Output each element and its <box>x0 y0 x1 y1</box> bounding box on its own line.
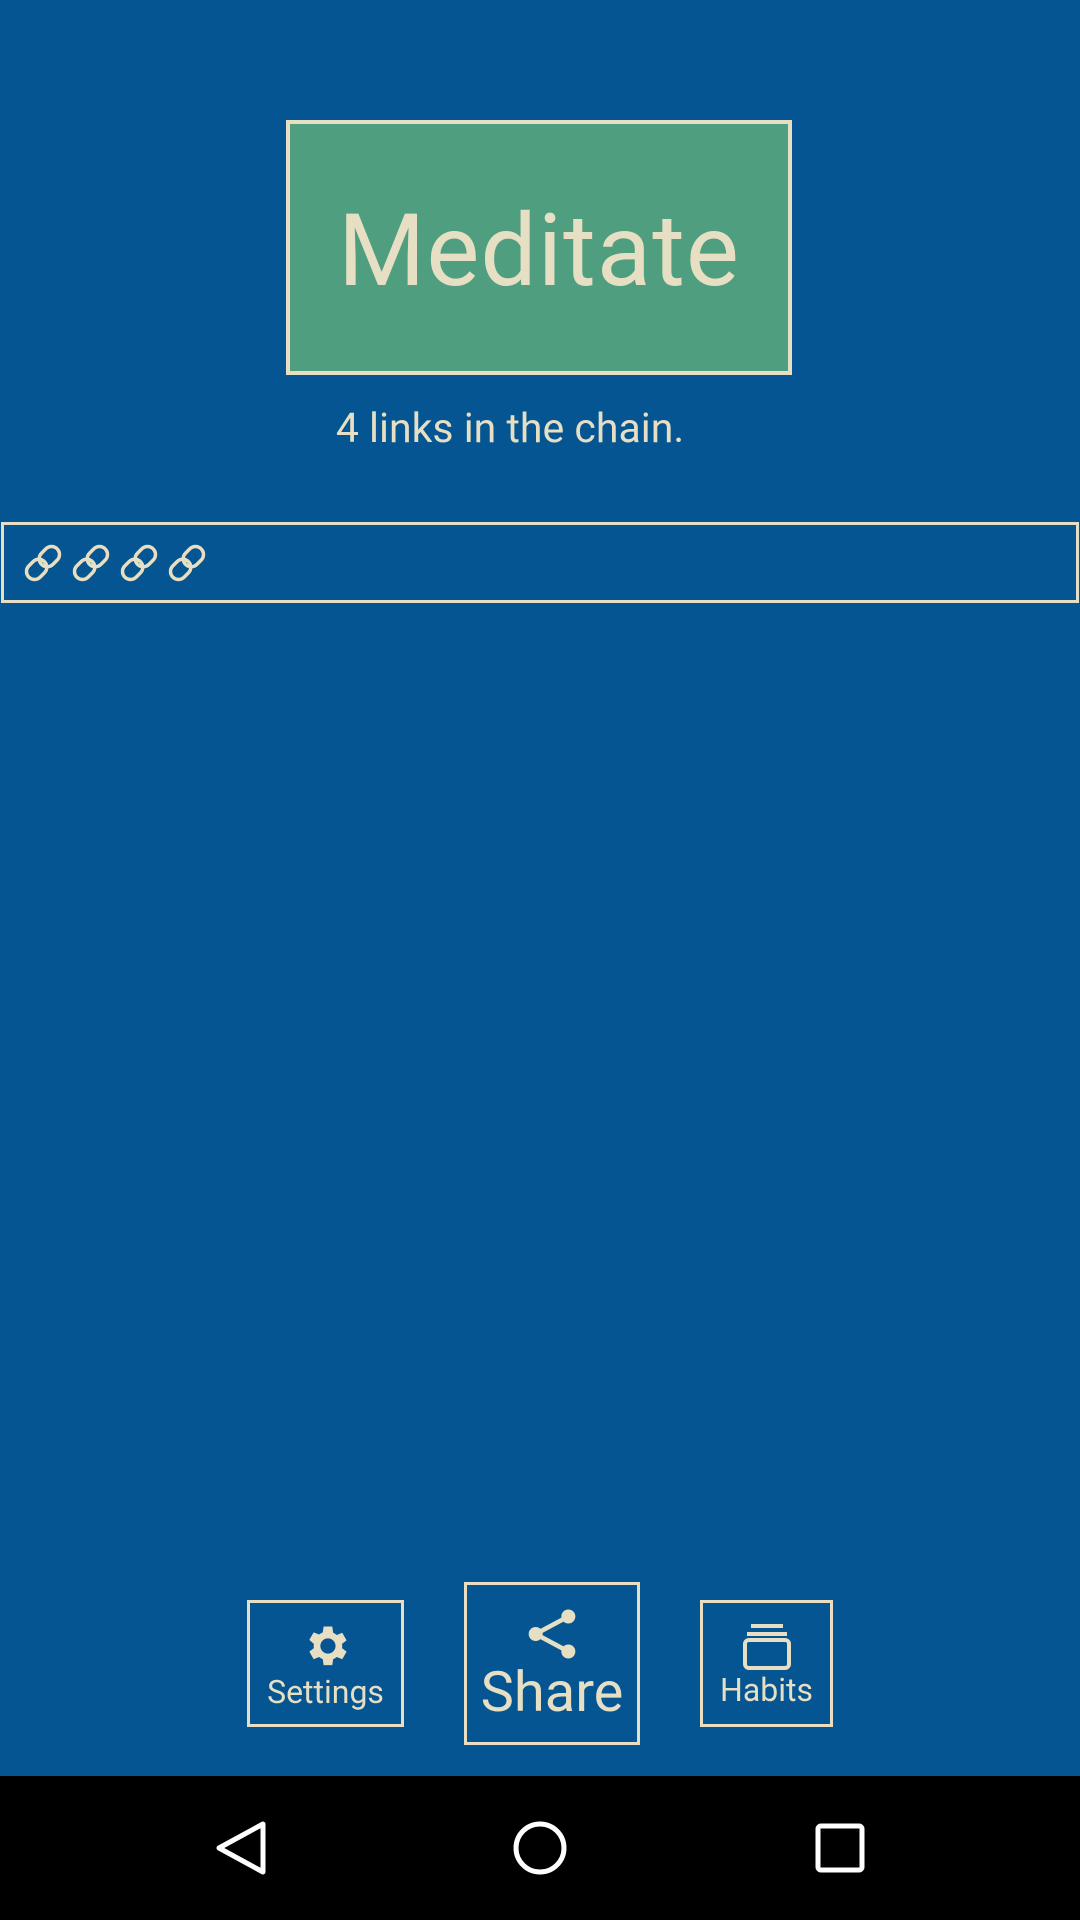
habit-check-button[interactable]: Meditate <box>286 120 792 375</box>
nav-home-button[interactable] <box>465 1776 615 1920</box>
share-label: Share <box>480 1658 624 1725</box>
habits-stack-icon <box>742 1623 791 1670</box>
settings-button[interactable]: Settings <box>247 1600 404 1727</box>
chain-link-icon <box>72 544 110 581</box>
nav-recents-button[interactable] <box>765 1776 915 1920</box>
chain-count-text: 4 links in the chain. <box>335 405 685 453</box>
chain-links-bar <box>1 522 1079 603</box>
home-circle-icon <box>513 1821 567 1875</box>
nav-back-button[interactable] <box>166 1776 316 1920</box>
bottom-toolbar: Settings Share Habits <box>0 1581 1080 1746</box>
settings-label: Settings <box>267 1672 384 1711</box>
habits-button[interactable]: Habits <box>700 1600 833 1727</box>
app-screen: Meditate 4 links in the chain. Settings … <box>0 0 1080 1776</box>
system-navigation-bar <box>0 1776 1080 1920</box>
chain-link-icon <box>168 544 206 581</box>
back-triangle-icon <box>216 1821 266 1875</box>
gear-icon <box>308 1626 347 1665</box>
chain-link-icon <box>24 544 62 581</box>
chain-link-icon <box>120 544 158 581</box>
recents-square-icon <box>815 1823 865 1873</box>
habit-name: Meditate <box>338 193 740 310</box>
share-button[interactable]: Share <box>464 1582 640 1745</box>
share-icon <box>528 1609 576 1658</box>
habits-label: Habits <box>720 1670 813 1709</box>
